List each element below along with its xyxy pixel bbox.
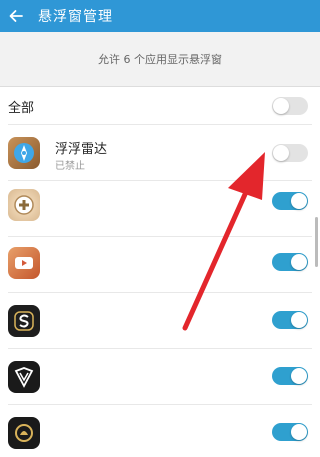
all-label: 全部 (8, 100, 35, 116)
all-toggle[interactable] (272, 97, 308, 115)
app-toggle[interactable] (272, 144, 308, 162)
s-logo-app-icon (8, 305, 40, 337)
all-row: 全部 (0, 87, 320, 125)
scrollbar[interactable] (315, 217, 318, 267)
allowed-count-hint: 允许 6 个应用显示悬浮窗 (0, 32, 320, 86)
video-app-icon (8, 247, 40, 279)
back-arrow-icon (9, 10, 23, 22)
game-controller-app-icon (8, 189, 40, 221)
app-toggle[interactable] (272, 423, 308, 441)
back-button[interactable] (0, 0, 32, 32)
app-row (0, 181, 320, 237)
app-toggle[interactable] (272, 253, 308, 271)
app-row (0, 405, 320, 457)
title-bar: 悬浮窗管理 (0, 0, 320, 32)
app-toggle[interactable] (272, 367, 308, 385)
ring-app-icon (8, 417, 40, 449)
app-row (0, 293, 320, 349)
app-name: 浮浮雷达 (55, 142, 108, 157)
app-row: 浮浮雷达 已禁止 (0, 125, 320, 181)
app-toggle[interactable] (272, 192, 308, 210)
app-status: 已禁止 (55, 161, 85, 172)
app-row (0, 237, 320, 293)
compass-app-icon (8, 137, 40, 169)
page-title: 悬浮窗管理 (38, 9, 113, 25)
app-row (0, 349, 320, 405)
app-toggle[interactable] (272, 311, 308, 329)
shield-app-icon (8, 361, 40, 393)
app-list: 全部 浮浮雷达 已禁止 (0, 86, 320, 457)
